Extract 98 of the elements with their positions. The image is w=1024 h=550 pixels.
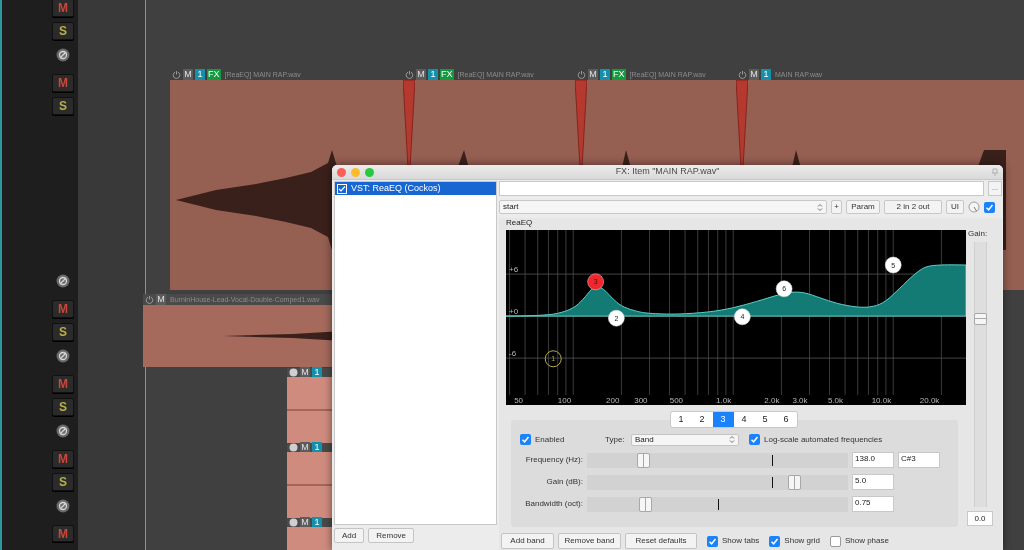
- band-tab[interactable]: 4: [733, 412, 755, 427]
- gain-scale-label: +0: [509, 307, 519, 317]
- frequency-label: 50: [514, 396, 524, 405]
- slider-thumb[interactable]: [787, 474, 801, 490]
- frequency-label: 100: [557, 396, 572, 405]
- gain-slider-track[interactable]: [973, 242, 987, 507]
- window-title: FX: Item "MAIN RAP.wav": [615, 165, 720, 179]
- power-icon[interactable]: [172, 69, 181, 79]
- ui-button[interactable]: UI: [946, 200, 964, 214]
- mute-badge[interactable]: M: [156, 294, 166, 305]
- phase-icon[interactable]: [56, 499, 70, 513]
- checkbox[interactable]: [707, 535, 718, 547]
- gain-label: Gain:: [968, 229, 988, 239]
- frequency-label: 1.0k: [716, 396, 732, 405]
- frequency-label: 3.0k: [792, 396, 808, 405]
- mute-badge[interactable]: M: [183, 68, 193, 80]
- solo-button[interactable]: S: [52, 473, 74, 491]
- band-tab[interactable]: 3: [712, 412, 734, 427]
- mute-badge[interactable]: M: [588, 68, 598, 80]
- phase-icon[interactable]: [56, 424, 70, 438]
- close-button[interactable]: [337, 168, 346, 177]
- frequency-label: 300: [634, 396, 648, 405]
- fx-chain-item[interactable]: VST: ReaEQ (Cockos): [335, 182, 496, 195]
- param-button[interactable]: Param: [846, 200, 880, 214]
- power-icon[interactable]: [145, 295, 154, 304]
- take-badge[interactable]: 1: [761, 68, 771, 80]
- band-tab[interactable]: 5: [754, 412, 776, 427]
- checkbox[interactable]: [749, 434, 760, 445]
- preset-dropdown[interactable]: start: [499, 200, 827, 214]
- fx-badge[interactable]: FX: [440, 68, 454, 80]
- frequency-label: 5.0k: [827, 396, 844, 405]
- slider-track[interactable]: [587, 474, 848, 490]
- checkbox-label: Show phase: [844, 535, 889, 547]
- knob[interactable]: [968, 201, 980, 213]
- solo-button[interactable]: S: [52, 323, 74, 341]
- slider-track[interactable]: [587, 452, 848, 468]
- ball-icon[interactable]: [289, 443, 298, 452]
- slider-thumb[interactable]: [639, 496, 653, 512]
- checkbox-label: Show grid: [784, 535, 820, 547]
- band-tab[interactable]: 2: [691, 412, 713, 427]
- slider-label: Bandwidth (oct):: [524, 498, 584, 510]
- updown-icon: [817, 202, 823, 212]
- band-tab[interactable]: 1: [670, 412, 692, 427]
- text-field[interactable]: [499, 181, 984, 196]
- slider-label: Frequency (Hz):: [524, 454, 584, 466]
- take-badge[interactable]: 1: [600, 68, 610, 80]
- fx-badge[interactable]: FX: [612, 68, 626, 80]
- power-icon[interactable]: [577, 69, 586, 79]
- gain-scale-label: -6: [509, 349, 517, 359]
- phase-icon[interactable]: [56, 274, 70, 288]
- type-label: Type:: [605, 433, 626, 446]
- slider-label: Gain (dB):: [545, 476, 584, 488]
- frequency-label: 20.0k: [919, 396, 940, 405]
- take-badge[interactable]: 1: [428, 68, 438, 80]
- gain-slider-thumb[interactable]: [973, 312, 987, 325]
- checkbox-label: Enabled: [535, 433, 565, 446]
- updown-icon: [729, 435, 735, 444]
- checkbox[interactable]: [829, 535, 841, 547]
- reset-defaults-button[interactable]: Reset defaults: [625, 533, 697, 549]
- ball-icon[interactable]: [289, 368, 298, 377]
- slider-thumb[interactable]: [636, 452, 650, 468]
- gain-scale-label: +6: [509, 265, 519, 275]
- fx-badge[interactable]: FX: [207, 68, 221, 80]
- solo-button[interactable]: S: [52, 22, 74, 40]
- phase-icon[interactable]: [56, 349, 70, 363]
- gain-value-field[interactable]: 0.0: [967, 511, 993, 526]
- frequency-label: 500: [669, 396, 684, 405]
- frequency-label: 200: [606, 396, 620, 405]
- value-field[interactable]: 138.0: [852, 452, 894, 468]
- checkbox-label: Show tabs: [722, 535, 760, 547]
- mute-badge[interactable]: M: [749, 68, 759, 80]
- mute-badge[interactable]: M: [416, 68, 426, 80]
- add-button[interactable]: Add: [334, 528, 365, 543]
- phase-icon[interactable]: [56, 48, 70, 62]
- plugin-name: ReaEQ: [505, 218, 534, 228]
- slider-track[interactable]: [587, 496, 848, 512]
- type-dropdown[interactable]: Band: [631, 433, 739, 446]
- checkbox[interactable]: [520, 434, 531, 445]
- value-field[interactable]: 5.0: [852, 474, 894, 490]
- checkbox-label: Log-scale automated frequencies: [764, 433, 883, 446]
- frequency-label: 10.0k: [871, 396, 892, 405]
- power-icon[interactable]: [405, 69, 414, 79]
- solo-button[interactable]: S: [52, 398, 74, 416]
- power-icon[interactable]: [738, 69, 747, 79]
- value-field[interactable]: 0.75: [852, 496, 894, 512]
- add-band-button[interactable]: Add band: [501, 533, 554, 549]
- io-button[interactable]: 2 in 2 out: [884, 200, 942, 214]
- remove-band-button[interactable]: Remove band: [558, 533, 621, 549]
- band-tab[interactable]: 6: [775, 412, 797, 427]
- checkbox[interactable]: [984, 201, 995, 213]
- add-preset-button[interactable]: +: [831, 200, 842, 214]
- note-field[interactable]: C#3: [898, 452, 940, 468]
- frequency-label: 2.0k: [764, 396, 780, 405]
- ball-icon[interactable]: [289, 518, 298, 527]
- remove-button[interactable]: Remove: [368, 528, 415, 543]
- checkbox[interactable]: [769, 535, 781, 547]
- solo-button[interactable]: S: [52, 97, 74, 115]
- take-badge[interactable]: 1: [195, 68, 205, 80]
